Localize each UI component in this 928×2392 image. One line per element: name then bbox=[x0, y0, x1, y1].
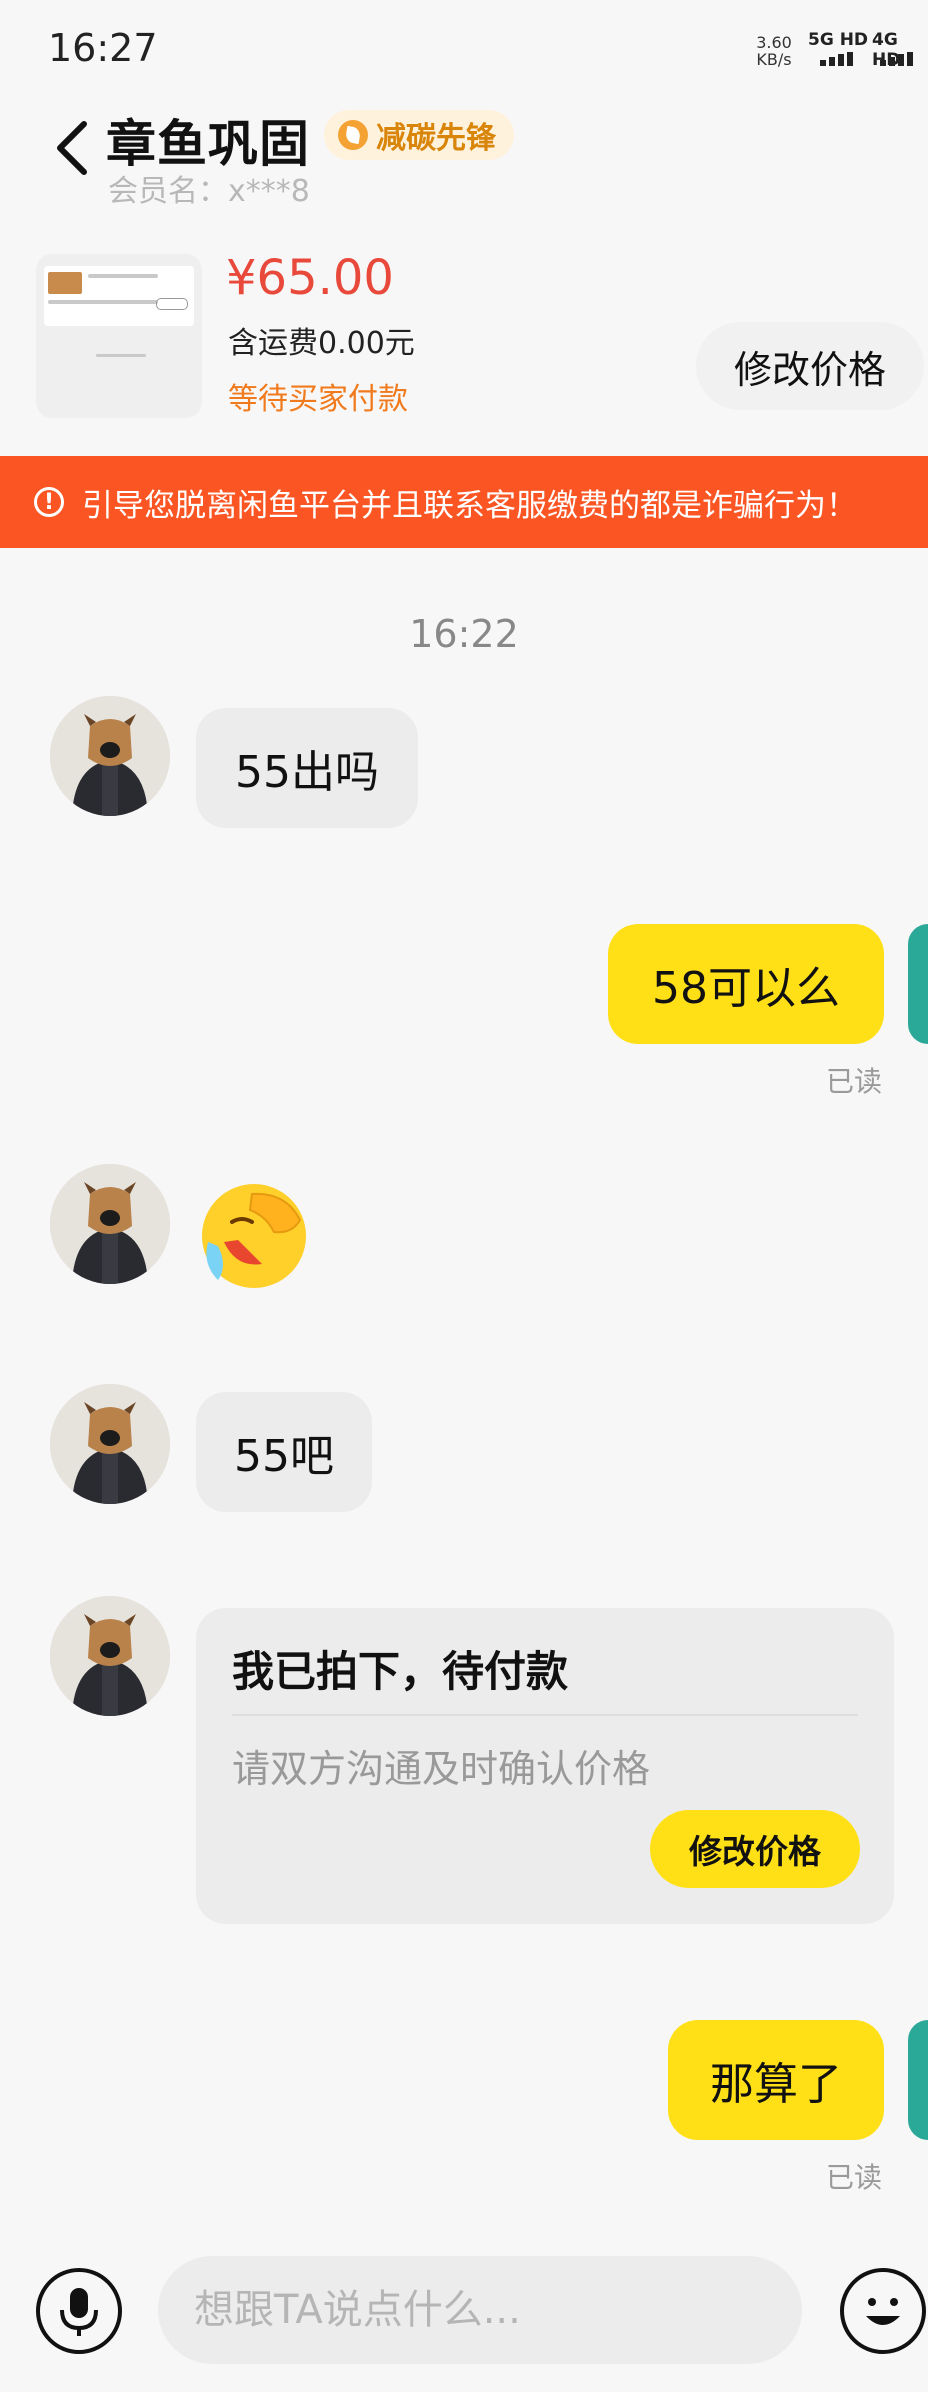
sim1-signal-icon bbox=[820, 52, 853, 66]
emoji-button[interactable] bbox=[840, 2268, 926, 2354]
product-price: ¥65.00 bbox=[226, 250, 394, 306]
voice-input-button[interactable] bbox=[36, 2268, 122, 2354]
dog-avatar-icon bbox=[50, 1596, 170, 1716]
seller-avatar[interactable] bbox=[50, 1596, 170, 1716]
dog-avatar-icon bbox=[50, 696, 170, 816]
thumbnail-line bbox=[88, 274, 158, 278]
message-bubble-sent[interactable]: 58可以么 bbox=[608, 924, 884, 1044]
chevron-left-icon bbox=[57, 121, 87, 175]
product-thumbnail[interactable] bbox=[36, 254, 202, 418]
fraud-warning-banner: ! 引导您脱离闲鱼平台并且联系客服缴费的都是诈骗行为！ bbox=[0, 456, 928, 548]
facepalm-emoji-icon bbox=[202, 1184, 306, 1288]
microphone-icon bbox=[60, 2288, 98, 2336]
message-input[interactable] bbox=[158, 2256, 802, 2364]
order-status-card: 我已拍下，待付款 请双方沟通及时确认价格 修改价格 bbox=[196, 1608, 894, 1924]
net-speed-unit: KB/s bbox=[756, 50, 792, 69]
status-time: 16:27 bbox=[48, 26, 158, 70]
carbon-badge[interactable]: 减碳先锋 bbox=[324, 110, 514, 160]
thumbnail-image bbox=[48, 272, 82, 294]
card-subtitle: 请双方沟通及时确认价格 bbox=[232, 1747, 651, 1791]
chat-timestamp: 16:22 bbox=[409, 612, 519, 656]
thumbnail-line bbox=[96, 354, 146, 357]
sim2-signal-icon bbox=[880, 52, 913, 66]
warning-text: 引导您脱离闲鱼平台并且联系客服缴费的都是诈骗行为！ bbox=[82, 487, 857, 524]
message-bubble-received[interactable]: 55出吗 bbox=[196, 708, 418, 828]
payment-status: 等待买家付款 bbox=[228, 382, 408, 417]
back-button[interactable] bbox=[52, 118, 92, 178]
card-title: 我已拍下，待付款 bbox=[232, 1647, 569, 1696]
my-avatar[interactable] bbox=[908, 2020, 928, 2140]
read-receipt: 已读 bbox=[826, 2161, 883, 2194]
seller-avatar[interactable] bbox=[50, 1384, 170, 1504]
facepalm-crying-emoji[interactable] bbox=[196, 1176, 312, 1292]
card-modify-price-button[interactable]: 修改价格 bbox=[650, 1810, 860, 1888]
member-name: 会员名：x***8 bbox=[108, 174, 310, 209]
sim1-label: 5G HD bbox=[808, 30, 869, 50]
my-avatar[interactable] bbox=[908, 924, 928, 1044]
smiley-icon bbox=[866, 2298, 900, 2325]
dog-avatar-icon bbox=[50, 1164, 170, 1284]
seller-avatar[interactable] bbox=[50, 1164, 170, 1284]
shipping-info: 含运费0.00元 bbox=[228, 326, 415, 361]
modify-price-button[interactable]: 修改价格 bbox=[696, 322, 924, 410]
net-speed: 3.60 KB/s bbox=[752, 34, 796, 68]
dog-avatar-icon bbox=[50, 1384, 170, 1504]
leaf-icon bbox=[338, 120, 368, 150]
net-speed-value: 3.60 bbox=[756, 33, 792, 52]
message-bubble-sent[interactable]: 那算了 bbox=[668, 2020, 884, 2140]
badge-label: 减碳先锋 bbox=[376, 121, 496, 156]
alert-circle-icon: ! bbox=[34, 487, 64, 517]
read-receipt: 已读 bbox=[826, 1065, 883, 1098]
thumbnail-line bbox=[48, 300, 158, 304]
seller-avatar[interactable] bbox=[50, 696, 170, 816]
message-bubble-received[interactable]: 55吧 bbox=[196, 1392, 372, 1512]
thumbnail-button bbox=[156, 298, 188, 310]
card-divider bbox=[232, 1714, 858, 1716]
